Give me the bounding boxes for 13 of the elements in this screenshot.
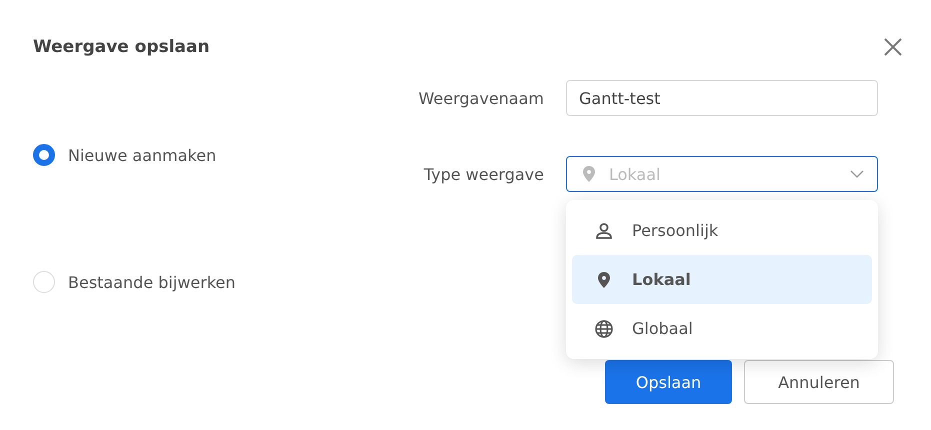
radio-button[interactable] [33,144,55,166]
save-button[interactable]: Opslaan [605,360,732,404]
radio-label: Nieuwe aanmaken [68,146,216,164]
field-label: Weergavenaam [418,88,544,108]
dropdown-item[interactable]: Persoonlijk [572,206,872,255]
cancel-button[interactable]: Annuleren [744,360,894,404]
globe-icon [594,318,614,338]
name-field[interactable]: Gantt-test [566,80,878,116]
dropdown-item[interactable]: Lokaal [572,255,872,304]
dialog-title: Weergave opslaan [33,37,210,57]
field-label: Type weergave [422,164,544,184]
person-icon [594,220,614,240]
radio-label: Bestaande bijwerken [68,272,236,292]
